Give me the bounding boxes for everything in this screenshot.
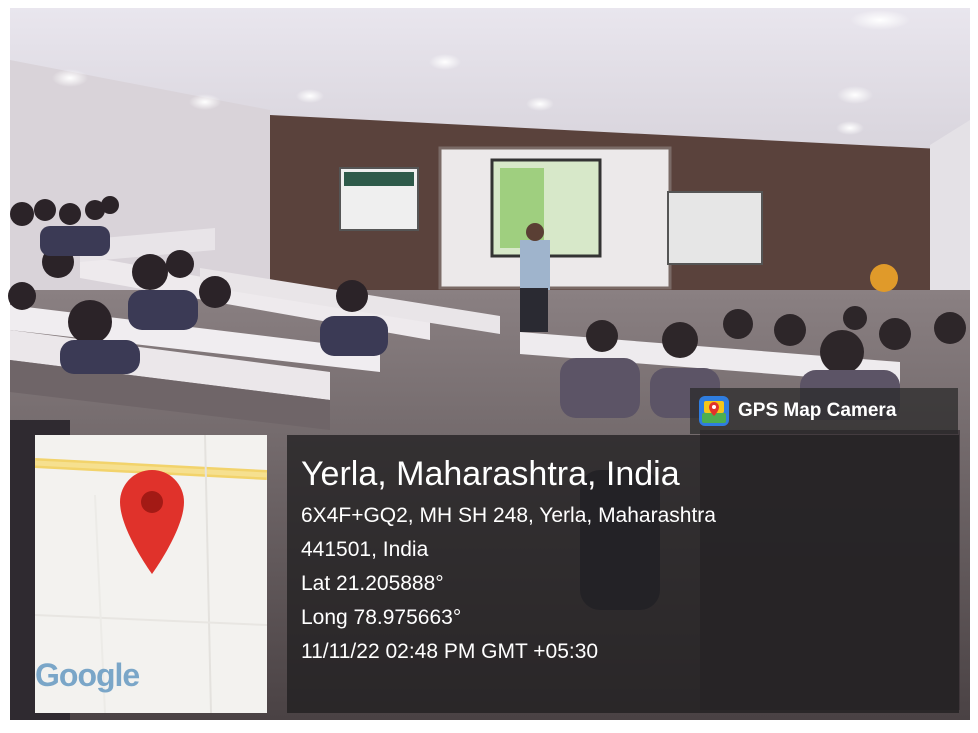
address-line-2: 441501, India: [301, 538, 429, 561]
location-title: Yerla, Maharashtra, India: [301, 455, 680, 493]
address-line-1: 6X4F+GQ2, MH SH 248, Yerla, Maharashtra: [301, 504, 716, 527]
map-thumbnail: Google: [35, 435, 267, 713]
longitude: Long 78.975663°: [301, 606, 462, 629]
gps-map-camera-app-icon: [698, 395, 730, 427]
latitude: Lat 21.205888°: [301, 572, 444, 595]
google-logo: Google: [35, 657, 140, 694]
gps-map-camera-watermark: GPS Map Camera: [690, 388, 958, 434]
gps-map-camera-label: GPS Map Camera: [738, 400, 897, 421]
location-info-panel: Yerla, Maharashtra, India 6X4F+GQ2, MH S…: [287, 435, 959, 713]
timestamp: 11/11/22 02:48 PM GMT +05:30: [301, 640, 599, 663]
google-logo-text: Google: [35, 657, 140, 693]
